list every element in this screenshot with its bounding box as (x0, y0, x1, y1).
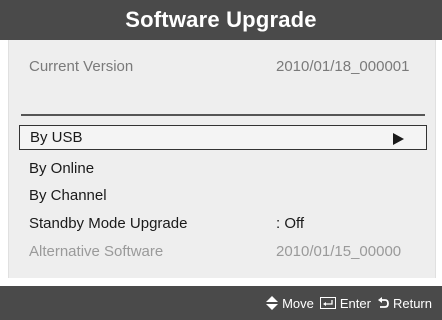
menu-item-value: : Off (276, 215, 305, 232)
move-hint: Move (266, 296, 314, 311)
footer-bar: Move Enter Return (0, 286, 442, 320)
move-label: Move (282, 295, 314, 311)
dialog-title: Software Upgrade (0, 0, 442, 40)
menu-item-by-usb[interactable]: By USB (19, 125, 427, 150)
button-hints: Move Enter Return (266, 286, 432, 320)
current-version-label: Current Version (29, 58, 134, 75)
dialog-panel: Current Version 2010/01/18_000001 By USB… (8, 40, 436, 278)
menu-item-standby-mode-upgrade[interactable]: Standby Mode Upgrade : Off (19, 211, 427, 236)
return-icon (377, 297, 389, 308)
menu-item-value: 2010/01/15_00000 (276, 243, 402, 260)
return-label: Return (392, 295, 432, 311)
enter-icon (319, 297, 336, 309)
move-icon (266, 296, 279, 310)
menu-item-label: Standby Mode Upgrade (29, 215, 188, 232)
menu-item-by-online[interactable]: By Online (19, 156, 427, 181)
divider (21, 114, 425, 116)
enter-label: Enter (339, 295, 371, 311)
arrow-right-icon (393, 133, 404, 145)
return-hint: Return (377, 296, 432, 311)
current-version-value: 2010/01/18_000001 (276, 58, 410, 75)
menu-item-label: By Channel (29, 187, 107, 204)
software-upgrade-dialog: Software Upgrade Current Version 2010/01… (0, 0, 442, 320)
menu-item-label: By Online (29, 160, 95, 177)
menu-item-alternative-software: Alternative Software 2010/01/15_00000 (19, 239, 427, 264)
current-version-row: Current Version 2010/01/18_000001 (29, 58, 419, 75)
menu-item-label: Alternative Software (29, 243, 164, 260)
menu-item-by-channel[interactable]: By Channel (19, 183, 427, 208)
enter-hint: Enter (319, 295, 371, 311)
menu-item-label: By USB (30, 129, 83, 146)
